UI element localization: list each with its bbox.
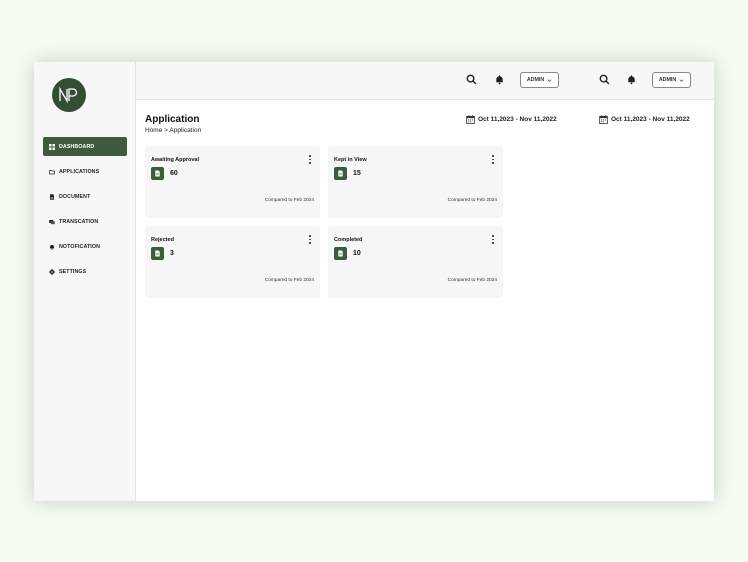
date-range-text: Oct 11,2023 - Nov 11,2022 [611, 116, 690, 123]
card-rejected[interactable]: Rejected 3 Compared to Feb 2024 [145, 226, 320, 298]
card-compare-text: Compared to Feb 2024 [447, 198, 497, 203]
card-compare-text: Compared to Feb 2024 [447, 278, 497, 283]
bell-icon [49, 244, 55, 250]
card-title: Rejected [151, 237, 174, 243]
logo [52, 78, 86, 112]
app-window: DASHBOARD APPLICATIONS DOCUMENT TRANSCAT… [34, 62, 714, 501]
card-value: 60 [170, 170, 178, 177]
card-value: 10 [353, 250, 361, 257]
calendar-icon [599, 115, 608, 124]
search-icon[interactable] [599, 74, 610, 85]
chevron-down-icon [547, 78, 552, 82]
card-title: Completed [334, 237, 363, 243]
page-title: Application [145, 114, 200, 125]
search-icon[interactable] [466, 74, 477, 85]
calendar-icon [466, 115, 475, 124]
card-title: Kept in View [334, 157, 367, 163]
transaction-icon [49, 219, 55, 225]
sidebar-item-applications[interactable]: APPLICATIONS [43, 162, 127, 181]
gear-icon [49, 268, 55, 275]
more-vertical-icon[interactable] [491, 235, 495, 244]
sidebar-item-label: TRANSCATION [59, 218, 99, 225]
top-bar: ADMIN ADMIN [136, 62, 714, 100]
document-icon [334, 247, 347, 260]
admin-label: ADMIN [658, 77, 677, 83]
sidebar-item-label: NOTOFICATION [59, 243, 101, 250]
card-awaiting-approval[interactable]: Awaiting Approval 60 Compared to Feb 202… [145, 146, 320, 218]
np-logo-mark [59, 86, 78, 104]
chevron-down-icon [679, 78, 684, 82]
document-icon [334, 167, 347, 180]
document-icon [49, 193, 55, 200]
document-icon [151, 247, 164, 260]
more-vertical-icon[interactable] [308, 155, 312, 164]
bell-icon[interactable] [626, 74, 637, 85]
sidebar-item-document[interactable]: DOCUMENT [43, 187, 127, 206]
card-value: 15 [353, 170, 361, 177]
sidebar-item-label: SETTINGS [59, 268, 87, 275]
card-compare-text: Compared to Feb 2024 [264, 198, 314, 203]
card-compare-text: Compared to Feb 2024 [264, 278, 314, 283]
more-vertical-icon[interactable] [308, 235, 312, 244]
admin-dropdown-2[interactable]: ADMIN [652, 72, 691, 88]
sidebar-nav: DASHBOARD APPLICATIONS DOCUMENT TRANSCAT… [43, 137, 127, 287]
card-title: Awaiting Approval [151, 157, 199, 163]
admin-dropdown-1[interactable]: ADMIN [520, 72, 559, 88]
date-range-picker-1[interactable]: Oct 11,2023 - Nov 11,2022 [466, 115, 557, 124]
date-range-picker-2[interactable]: Oct 11,2023 - Nov 11,2022 [599, 115, 690, 124]
more-vertical-icon[interactable] [491, 155, 495, 164]
sidebar-item-label: APPLICATIONS [59, 168, 100, 175]
breadcrumb[interactable]: Home > Application [145, 127, 201, 134]
sidebar-item-notification[interactable]: NOTOFICATION [43, 237, 127, 256]
bell-icon[interactable] [494, 74, 505, 85]
document-icon [151, 167, 164, 180]
sidebar-item-transaction[interactable]: TRANSCATION [43, 212, 127, 231]
card-value: 3 [170, 250, 174, 257]
folder-icon [49, 169, 55, 175]
date-range-text: Oct 11,2023 - Nov 11,2022 [478, 116, 557, 123]
sidebar-item-dashboard[interactable]: DASHBOARD [43, 137, 127, 156]
card-completed[interactable]: Completed 10 Compared to Feb 2024 [328, 226, 503, 298]
sidebar-item-label: DASHBOARD [59, 143, 95, 150]
dashboard-icon [49, 143, 55, 150]
admin-label: ADMIN [526, 77, 545, 83]
sidebar-item-settings[interactable]: SETTINGS [43, 262, 127, 281]
sidebar: DASHBOARD APPLICATIONS DOCUMENT TRANSCAT… [34, 62, 136, 501]
main-content: ADMIN ADMIN Application Home > Applicati… [136, 62, 714, 501]
card-kept-in-view[interactable]: Kept in View 15 Compared to Feb 2024 [328, 146, 503, 218]
sidebar-item-label: DOCUMENT [59, 193, 91, 200]
